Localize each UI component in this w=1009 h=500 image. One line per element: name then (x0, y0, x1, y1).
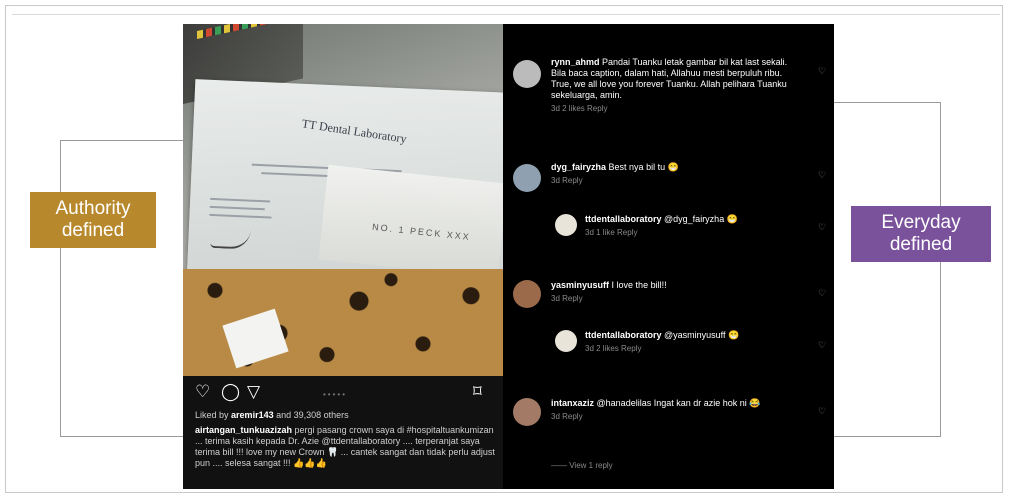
instagram-post: TT Dental Laboratory NO. 1 PECK XXX ♡ ◯ … (183, 24, 503, 489)
comment-meta[interactable]: 3d Reply (551, 293, 801, 304)
post-text: Liked by aremir143 and 39,308 others air… (195, 410, 495, 469)
share-icon[interactable]: ▽ (247, 382, 260, 402)
bookmark-icon[interactable]: ⌑ (473, 382, 482, 402)
everyday-bracket-bottom (834, 436, 941, 437)
comment-item: yasminyusuff I love the bill!! 3d Reply (551, 280, 801, 304)
avatar[interactable] (555, 330, 577, 352)
avatar[interactable] (513, 60, 541, 88)
authority-bracket-bottom (60, 436, 183, 437)
likes-line[interactable]: Liked by aremir143 and 39,308 others (195, 410, 495, 421)
everyday-defined-label: Everyday defined (851, 206, 991, 262)
authority-bracket-vertical (60, 140, 61, 436)
post-action-bar: ♡ ◯ ▽ ••••• ⌑ (183, 380, 503, 410)
post-photo[interactable]: TT Dental Laboratory NO. 1 PECK XXX (183, 24, 503, 376)
comment-meta[interactable]: 3d Reply (551, 175, 801, 186)
comment-text: @yasminyusuff 😁 (664, 330, 740, 340)
avatar[interactable] (555, 214, 577, 236)
reply-item: ttdentallaboratory @yasminyusuff 😁 3d 2 … (585, 330, 805, 354)
lab-letterhead: TT Dental Laboratory (301, 116, 408, 146)
caption-username[interactable]: airtangan_tunkuazizah (195, 425, 292, 435)
everyday-defined-text: Everyday defined (881, 212, 961, 255)
comment-username[interactable]: yasminyusuff (551, 280, 609, 290)
like-comment-icon[interactable]: ♡ (818, 406, 826, 417)
comment-username[interactable]: rynn_ahmd (551, 57, 600, 67)
comment-item: rynn_ahmd Pandai Tuanku letak gambar bil… (551, 57, 801, 114)
comment-item: dyg_fairyzha Best nya bil tu 😁 3d Reply (551, 162, 801, 186)
comment-username[interactable]: ttdentallaboratory (585, 214, 662, 224)
everyday-bracket-vertical (940, 102, 941, 436)
comment-username[interactable]: intanxaziz (551, 398, 594, 408)
authority-defined-text: Authority defined (55, 198, 131, 241)
comment-meta[interactable]: 3d Reply (551, 411, 801, 422)
envelope: NO. 1 PECK XXX (318, 164, 503, 279)
top-rule (12, 14, 1000, 15)
comment-text: Best nya bil tu 😁 (608, 162, 679, 172)
reply-item: ttdentallaboratory @dyg_fairyzha 😁 3d 1 … (585, 214, 805, 238)
comment-icon[interactable]: ◯ (221, 382, 240, 402)
comment-username[interactable]: ttdentallaboratory (585, 330, 662, 340)
everyday-bracket-top (834, 102, 941, 103)
comment-meta[interactable]: 3d 1 like Reply (585, 227, 805, 238)
like-comment-icon[interactable]: ♡ (818, 170, 826, 181)
carousel-dots: ••••• (323, 390, 348, 399)
comments-panel: rynn_ahmd Pandai Tuanku letak gambar bil… (503, 24, 834, 489)
comment-text: @hanadelilas Ingat kan dr azie hok ni 😂 (596, 398, 761, 408)
comment-meta[interactable]: 3d 2 likes Reply (585, 343, 805, 354)
avatar[interactable] (513, 164, 541, 192)
comment-text: I love the bill!! (611, 280, 667, 290)
comment-meta[interactable]: 3d 2 likes Reply (551, 103, 801, 114)
avatar[interactable] (513, 398, 541, 426)
like-comment-icon[interactable]: ♡ (818, 288, 826, 299)
heart-icon[interactable]: ♡ (195, 382, 210, 402)
caption: airtangan_tunkuazizah pergi pasang crown… (195, 425, 495, 468)
like-comment-icon[interactable]: ♡ (818, 340, 826, 351)
likes-user[interactable]: aremir143 (231, 410, 274, 420)
comment-username[interactable]: dyg_fairyzha (551, 162, 606, 172)
comment-text: @dyg_fairyzha 😁 (664, 214, 738, 224)
comment-item: intanxaziz @hanadelilas Ingat kan dr azi… (551, 398, 801, 422)
like-comment-icon[interactable]: ♡ (818, 66, 826, 77)
lab-name: TT Dental Laboratory (300, 116, 408, 146)
authority-defined-label: Authority defined (30, 192, 156, 248)
like-comment-icon[interactable]: ♡ (818, 222, 826, 233)
envelope-text: NO. 1 PECK XXX (371, 221, 472, 243)
view-replies-link[interactable]: —— View 1 reply (551, 461, 613, 470)
authority-bracket-top (60, 140, 183, 141)
signature-mark (210, 227, 251, 250)
avatar[interactable] (513, 280, 541, 308)
